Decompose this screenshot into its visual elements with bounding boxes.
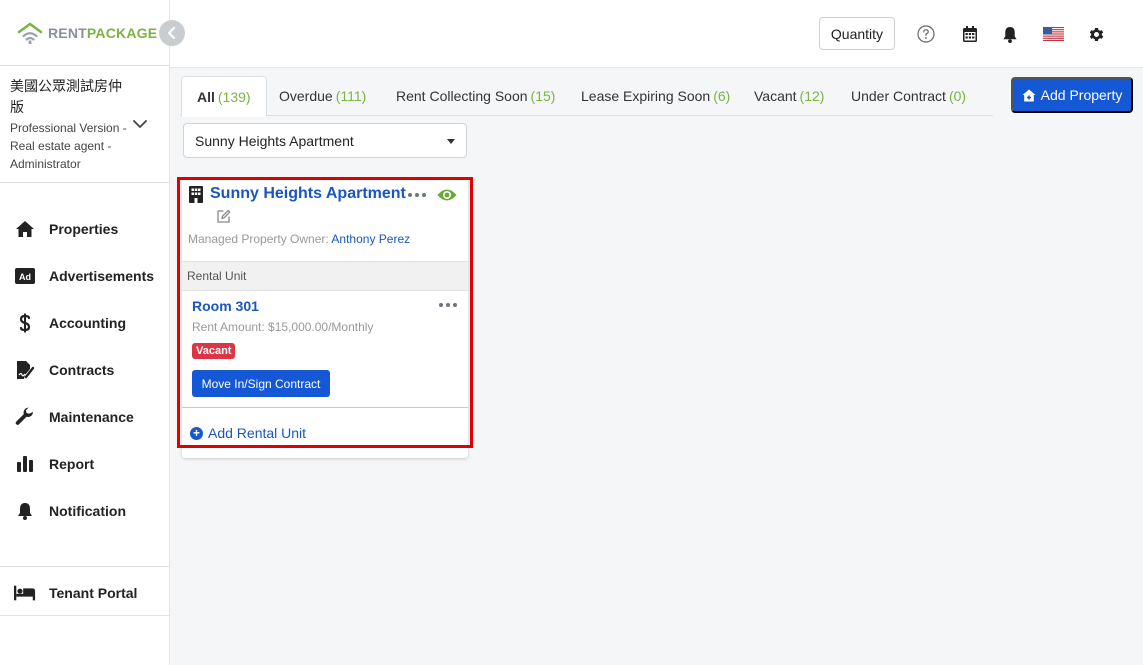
tab-label: All: [197, 88, 215, 105]
tab-label: Overdue: [279, 88, 333, 104]
sidebar-item-label: Properties: [49, 221, 119, 237]
sidebar-item-accounting[interactable]: Accounting: [0, 305, 170, 341]
add-property-label: Add Property: [1040, 87, 1123, 103]
tab-count: (12): [799, 88, 825, 104]
unit-more-options-icon[interactable]: [439, 303, 457, 308]
tab-count: (6): [713, 88, 731, 104]
tab-lease-expiring-soon[interactable]: Lease Expiring Soon (6): [581, 76, 730, 116]
rentpackage-logo[interactable]: RENTPACKAGE: [17, 20, 157, 46]
settings-gear-icon[interactable]: [1086, 24, 1106, 44]
logo-text-rent: RENT: [48, 25, 87, 41]
collapse-sidebar-button[interactable]: [159, 20, 185, 46]
caret-down-icon: [447, 139, 455, 144]
sidebar-divider: [0, 182, 170, 183]
property-select[interactable]: Sunny Heights Apartment: [183, 123, 467, 158]
sidebar-item-contracts[interactable]: Contracts: [0, 352, 170, 388]
sidebar-item-label: Maintenance: [49, 409, 134, 425]
us-flag-icon[interactable]: [1043, 26, 1064, 41]
sidebar-divider: [0, 566, 170, 567]
chevron-left-icon: [167, 27, 176, 39]
tab-label: Rent Collecting Soon: [396, 88, 528, 104]
tab-rent-collecting-soon[interactable]: Rent Collecting Soon (15): [396, 76, 555, 116]
tab-label: Vacant: [754, 88, 797, 104]
sidebar-item-properties[interactable]: Properties: [0, 211, 170, 247]
help-icon[interactable]: [916, 24, 936, 44]
add-property-button[interactable]: Add Property: [1011, 77, 1133, 113]
account-info[interactable]: 美國公眾測試房仲版 Professional Version - Real es…: [10, 76, 130, 173]
logo-text-package: PACKAGE: [86, 25, 158, 41]
notification-bell-icon[interactable]: [1000, 24, 1020, 44]
bell-icon: [14, 501, 36, 521]
sidebar-item-label: Notification: [49, 503, 126, 519]
ad-icon: Ad: [14, 266, 36, 286]
sidebar-divider: [0, 615, 170, 616]
sidebar-item-label: Report: [49, 456, 95, 472]
wifi-logo-icon: [17, 22, 43, 44]
bed-icon: [14, 583, 36, 603]
sidebar: RENTPACKAGE 美國公眾測試房仲版 Professional Versi…: [0, 0, 170, 665]
card-divider: [182, 407, 468, 408]
sidebar-item-advertisements[interactable]: Ad Advertisements: [0, 258, 170, 294]
move-in-sign-contract-button[interactable]: Move In/Sign Contract: [192, 370, 330, 397]
tab-all[interactable]: All (139): [181, 76, 267, 117]
quantity-button[interactable]: Quantity: [819, 17, 895, 50]
tab-under-contract[interactable]: Under Contract (0): [851, 76, 966, 116]
property-filter-tabs: All (139) Overdue (111) Rent Collecting So…: [180, 76, 993, 117]
sidebar-item-report[interactable]: Report: [0, 446, 170, 482]
tab-label: Under Contract: [851, 88, 946, 104]
tab-count: (111): [335, 88, 367, 104]
tab-vacant[interactable]: Vacant (12): [754, 76, 824, 116]
rental-unit-header: Rental Unit: [182, 261, 468, 291]
account-role: Professional Version - Real estate agent…: [10, 121, 127, 171]
wrench-icon: [14, 407, 36, 427]
sidebar-divider: [0, 65, 170, 66]
property-select-value: Sunny Heights Apartment: [195, 132, 354, 149]
plus-circle-icon: +: [190, 426, 203, 440]
chevron-down-icon[interactable]: [132, 117, 148, 131]
home-icon: [14, 219, 36, 239]
tab-count: (139): [217, 88, 251, 105]
add-rental-unit-button[interactable]: + Add Rental Unit: [190, 425, 306, 441]
owner-label: Managed Property Owner:: [188, 232, 329, 246]
eye-icon[interactable]: [437, 187, 457, 203]
tab-count: (15): [530, 88, 556, 104]
tab-overdue[interactable]: Overdue (111): [279, 76, 366, 116]
contract-icon: [14, 360, 36, 380]
sidebar-item-label: Tenant Portal: [49, 585, 138, 601]
svg-text:Ad: Ad: [19, 272, 31, 282]
dollar-icon: [14, 313, 36, 333]
property-title[interactable]: Sunny Heights Apartment: [210, 185, 406, 203]
building-icon: [189, 186, 203, 203]
tab-count: (0): [948, 88, 967, 104]
calendar-icon[interactable]: [960, 24, 980, 44]
sidebar-item-label: Contracts: [49, 362, 115, 378]
house-plus-icon: [1022, 89, 1036, 101]
bar-chart-icon: [14, 454, 36, 474]
rent-amount: Rent Amount: $15,000.00/Monthly: [192, 320, 374, 334]
tab-label: Lease Expiring Soon: [581, 88, 711, 104]
property-owner: Managed Property Owner: Anthony Perez: [188, 232, 410, 246]
sidebar-item-tenant-portal[interactable]: Tenant Portal: [0, 575, 170, 611]
account-name: 美國公眾測試房仲版: [10, 78, 122, 115]
sidebar-item-maintenance[interactable]: Maintenance: [0, 399, 170, 435]
sidebar-item-notification[interactable]: Notification: [0, 493, 170, 529]
property-card: Sunny Heights Apartment Managed Property…: [182, 179, 468, 458]
edit-icon[interactable]: [216, 209, 231, 224]
top-bar: Quantity: [170, 0, 1143, 68]
sidebar-item-label: Accounting: [49, 315, 126, 331]
sidebar-item-label: Advertisements: [49, 268, 155, 284]
unit-name[interactable]: Room 301: [192, 298, 259, 314]
owner-name-link[interactable]: Anthony Perez: [331, 232, 410, 246]
add-rental-unit-label: Add Rental Unit: [208, 425, 307, 441]
status-badge: Vacant: [192, 343, 236, 359]
property-more-options-icon[interactable]: [408, 193, 426, 198]
